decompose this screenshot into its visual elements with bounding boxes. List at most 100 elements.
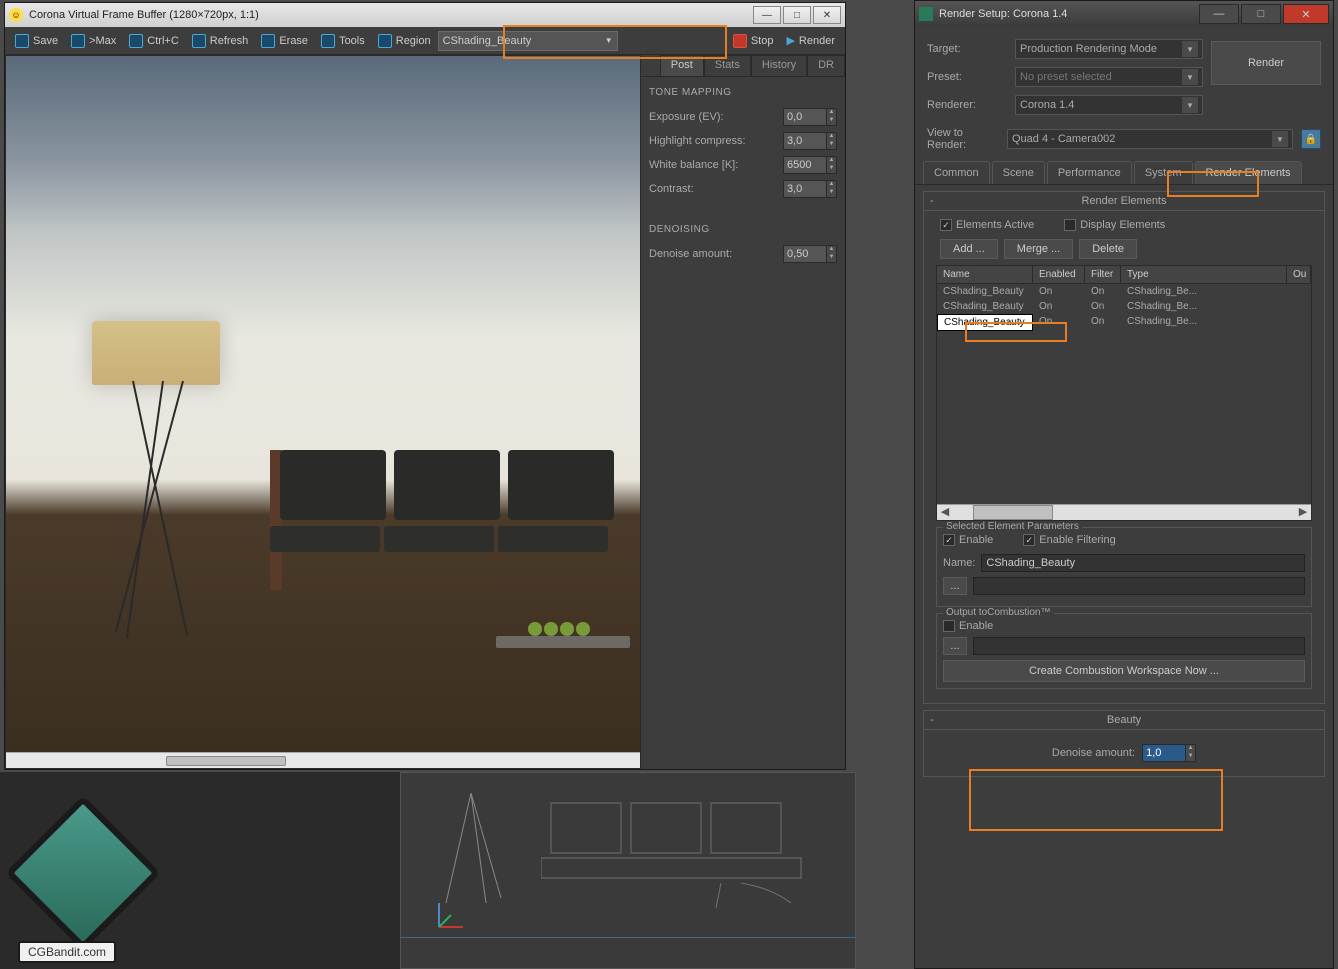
add-button[interactable]: Add ... [940, 239, 998, 259]
rs-titlebar[interactable]: Render Setup: Corona 1.4 — □ ✕ [915, 1, 1333, 27]
close-button[interactable]: ✕ [1283, 4, 1329, 24]
vfb-titlebar[interactable]: ☺ Corona Virtual Frame Buffer (1280×720p… [5, 3, 845, 27]
tab-history[interactable]: History [751, 55, 807, 76]
tab-dr[interactable]: DR [807, 55, 845, 76]
vfb-window: ☺ Corona Virtual Frame Buffer (1280×720p… [4, 2, 846, 770]
minimize-button[interactable]: — [1199, 4, 1239, 24]
create-workspace-button[interactable]: Create Combustion Workspace Now ... [943, 660, 1305, 682]
col-out[interactable]: Ou [1287, 266, 1311, 283]
browse-button[interactable]: ... [943, 577, 967, 595]
chevron-down-icon: ▼ [1272, 131, 1288, 147]
viewport-scrollbar[interactable] [6, 752, 640, 768]
output-combustion: Output toCombustion™ Enable ... Create C… [936, 613, 1312, 689]
preset-select[interactable]: No preset selected▼ [1015, 67, 1203, 87]
vfb-title: Corona Virtual Frame Buffer (1280×720px,… [29, 9, 753, 21]
display-elements-check[interactable]: Display Elements [1064, 219, 1165, 231]
erase-icon [261, 34, 275, 48]
wb-spinner[interactable]: ▲▼ [783, 156, 837, 174]
target-select[interactable]: Production Rendering Mode▼ [1015, 39, 1203, 59]
col-enabled[interactable]: Enabled [1033, 266, 1085, 283]
wb-label: White balance [K]: [649, 159, 783, 171]
beauty-rollout: -Beauty Denoise amount: ▲▼ [923, 710, 1325, 777]
tab-common[interactable]: Common [923, 161, 990, 184]
preset-label: Preset: [927, 71, 1007, 83]
beauty-header[interactable]: -Beauty [924, 711, 1324, 730]
max-viewport[interactable]: CGBandit.com [0, 772, 856, 969]
vfb-side-panel: Post Stats History DR TONE MAPPING Expos… [641, 55, 845, 769]
stop-icon [733, 34, 747, 48]
table-row-selected[interactable]: CShading_BeautyOnOnCShading_Be... [937, 314, 1311, 331]
tab-system[interactable]: System [1134, 161, 1193, 184]
col-filter[interactable]: Filter [1085, 266, 1121, 283]
refresh-button[interactable]: Refresh [186, 30, 255, 52]
beauty-denoise-label: Denoise amount: [1052, 747, 1135, 759]
render-button[interactable]: ▶Render [780, 30, 841, 52]
render-viewport[interactable] [5, 55, 641, 769]
delete-button[interactable]: Delete [1079, 239, 1137, 259]
render-setup-window: Render Setup: Corona 1.4 — □ ✕ Target: P… [914, 0, 1334, 969]
highlight-spinner[interactable]: ▲▼ [783, 132, 837, 150]
elements-active-check[interactable]: ✓Elements Active [940, 219, 1034, 231]
close-button[interactable]: ✕ [813, 6, 841, 24]
chevron-down-icon: ▼ [1182, 69, 1198, 85]
lock-button[interactable]: 🔒 [1301, 129, 1321, 149]
render-image [6, 56, 640, 762]
rs-title: Render Setup: Corona 1.4 [939, 8, 1197, 20]
comb-browse-button[interactable]: ... [943, 637, 967, 655]
table-row[interactable]: CShading_BeautyOnOnCShading_Be... [937, 284, 1311, 299]
region-button[interactable]: Region [372, 30, 437, 52]
exposure-spinner[interactable]: ▲▼ [783, 108, 837, 126]
max-icon [71, 34, 85, 48]
play-icon: ▶ [786, 34, 794, 47]
tonemapping-title: TONE MAPPING [649, 87, 837, 98]
denoising-title: DENOISING [649, 224, 837, 235]
max-button[interactable]: >Max [65, 30, 122, 52]
col-type[interactable]: Type [1121, 266, 1287, 283]
stop-button[interactable]: Stop [727, 30, 780, 52]
erase-button[interactable]: Erase [255, 30, 314, 52]
tab-scene[interactable]: Scene [992, 161, 1045, 184]
app-icon [919, 7, 933, 21]
table-body[interactable]: CShading_BeautyOnOnCShading_Be... CShadi… [937, 284, 1311, 504]
view-select[interactable]: Quad 4 - Camera002▼ [1007, 129, 1293, 149]
smiley-icon: ☺ [9, 8, 23, 22]
renderer-label: Renderer: [927, 99, 1007, 111]
render-button[interactable]: Render [1211, 41, 1321, 85]
element-name-input[interactable] [981, 554, 1305, 572]
region-icon [378, 34, 392, 48]
tab-stats[interactable]: Stats [704, 55, 751, 76]
rollout-header[interactable]: -Render Elements [924, 192, 1324, 211]
copy-icon [129, 34, 143, 48]
tools-button[interactable]: Tools [315, 30, 371, 52]
ctrlc-button[interactable]: Ctrl+C [123, 30, 184, 52]
beauty-denoise-spinner[interactable]: ▲▼ [1142, 744, 1196, 762]
view-label: View to Render: [927, 127, 999, 151]
save-button[interactable]: Save [9, 30, 64, 52]
highlight-label: Highlight compress: [649, 135, 783, 147]
chevron-down-icon: ▼ [605, 36, 613, 45]
table-row[interactable]: CShading_BeautyOnOnCShading_Be... [937, 299, 1311, 314]
vfb-toolbar: Save >Max Ctrl+C Refresh Erase Tools Reg… [5, 27, 845, 55]
tab-post[interactable]: Post [660, 55, 704, 76]
minimize-button[interactable]: — [753, 6, 781, 24]
highlight-beauty [969, 769, 1223, 831]
render-pass-dropdown[interactable]: CShading_Beauty ▼ [438, 31, 618, 51]
enable-filter-check[interactable]: ✓Enable Filtering [1023, 534, 1115, 546]
maximize-button[interactable]: □ [1241, 4, 1281, 24]
col-name[interactable]: Name [937, 266, 1033, 283]
elements-table: Name Enabled Filter Type Ou CShading_Bea… [936, 265, 1312, 521]
contrast-label: Contrast: [649, 183, 783, 195]
comb-enable-check[interactable]: Enable [943, 620, 1305, 632]
save-icon [15, 34, 29, 48]
contrast-spinner[interactable]: ▲▼ [783, 180, 837, 198]
renderer-select[interactable]: Corona 1.4▼ [1015, 95, 1203, 115]
table-scrollbar[interactable]: ◀▶ [937, 504, 1311, 520]
tab-performance[interactable]: Performance [1047, 161, 1132, 184]
element-path-input[interactable] [973, 577, 1305, 595]
maximize-button[interactable]: □ [783, 6, 811, 24]
merge-button[interactable]: Merge ... [1004, 239, 1073, 259]
comb-path-input[interactable] [973, 637, 1305, 655]
tab-render-elements[interactable]: Render Elements [1195, 161, 1302, 184]
enable-check[interactable]: ✓Enable [943, 534, 993, 546]
denoise-spinner[interactable]: ▲▼ [783, 245, 837, 263]
